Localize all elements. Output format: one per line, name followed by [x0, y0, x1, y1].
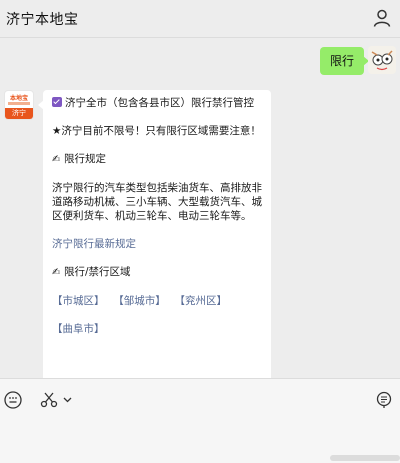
avatar-brand-top: 本地宝 [9, 95, 28, 102]
section2-heading-line: ✍ 限行/禁行区域 [52, 265, 263, 280]
account-avatar[interactable]: 本地宝 济宁 [4, 90, 34, 120]
section1-heading-line: ✍ 限行规定 [52, 152, 263, 167]
region-link-qufu[interactable]: 【曲阜市】 [52, 322, 263, 336]
region-links-row: 【市城区】 【邹城市】 【兖州区】 [52, 294, 263, 308]
message-title: 济宁全市（包含各县市区）限行禁行管控 [65, 97, 254, 109]
menu-list-icon[interactable] [376, 391, 392, 409]
section2-heading: 限行/禁行区域 [64, 266, 131, 278]
input-bar [0, 378, 400, 463]
section1-body: 济宁限行的汽车类型包括柴油货车、高排放非道路移动机械、三小车辆、大型载货汽车、城… [52, 182, 262, 222]
region-link-zoucheng[interactable]: 【邹城市】 [119, 295, 166, 307]
person-icon[interactable] [372, 8, 392, 28]
chat-title: 济宁本地宝 [6, 12, 79, 28]
scrollbar-thumb[interactable] [330, 455, 400, 461]
region-link-shicheng[interactable]: 【市城区】 [52, 295, 105, 307]
user-avatar[interactable] [368, 46, 396, 74]
chat-header: 济宁本地宝 [0, 0, 400, 38]
section1-heading: 限行规定 [64, 153, 106, 165]
latest-rules-link[interactable]: 济宁限行最新规定 [52, 237, 263, 251]
writing-hand-icon: ✍ [52, 154, 61, 165]
chevron-down-icon[interactable] [63, 395, 72, 404]
avatar-divider [8, 102, 30, 105]
message-title-line: 济宁全市（包含各县市区）限行禁行管控 [52, 96, 263, 110]
keyboard-icon[interactable] [4, 391, 22, 409]
bot-message-bubble[interactable]: 济宁全市（包含各县市区）限行禁行管控 ★济宁目前不限号！只有限行区域需要注意！ … [38, 90, 271, 378]
chat-area[interactable]: 限行 本地宝 济宁 济宁全市（包含各县市区）限行禁行管控 ★济宁目前不限号！只有… [0, 38, 400, 378]
writing-hand-icon: ✍ [52, 267, 61, 278]
checkbox-icon [52, 97, 62, 107]
region-link-yanzhou[interactable]: 【兖州区】 [180, 295, 227, 307]
avatar-brand-bottom: 济宁 [5, 108, 33, 119]
user-message-bubble[interactable]: 限行 [320, 47, 370, 75]
cartoon-avatar-icon [368, 46, 396, 74]
scissors-icon[interactable] [40, 391, 58, 409]
notice-text: ★济宁目前不限号！只有限行区域需要注意！ [52, 125, 261, 137]
